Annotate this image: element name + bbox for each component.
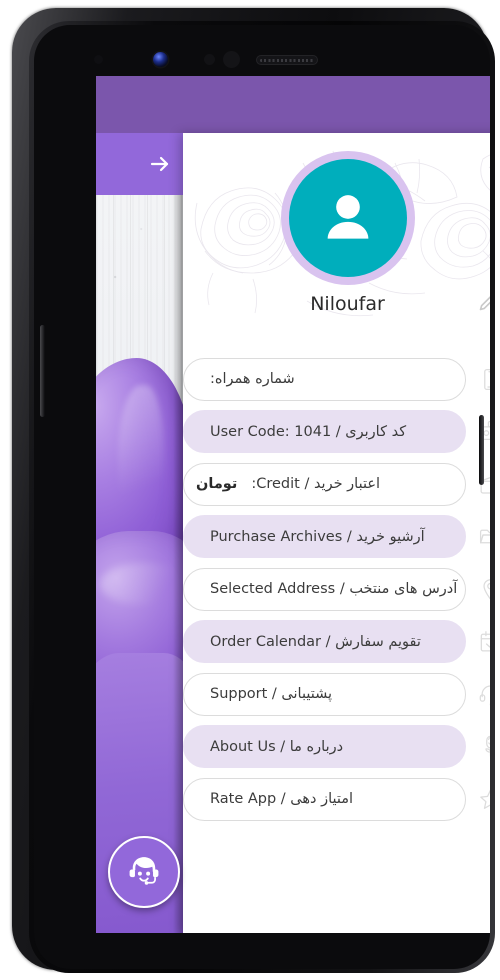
proximity-sensor-icon	[94, 55, 103, 64]
light-sensor-icon	[204, 54, 215, 65]
menu-item-credit[interactable]: اعتبار خرید / Credit: تومان	[183, 458, 490, 511]
menu-item-user-code[interactable]: کد کاربری / User Code: 1041	[183, 406, 490, 459]
front-camera-icon	[153, 52, 168, 67]
phone-device-frame: Niloufar شماره همراه: کد کاربری / User C…	[12, 8, 495, 973]
volume-button[interactable]	[40, 325, 45, 417]
menu-item-label: شماره همراه:	[183, 357, 466, 401]
menu-item-text: کد کاربری / User Code: 1041	[210, 423, 407, 440]
map-pin-icon	[468, 563, 490, 616]
app-status-bar	[96, 76, 490, 133]
menu-item-label: پشتیبانی / Support	[183, 672, 466, 716]
phone-screen: Niloufar شماره همراه: کد کاربری / User C…	[96, 76, 490, 933]
headset-icon	[468, 668, 490, 721]
menu-item-text: پشتیبانی / Support	[210, 686, 333, 703]
menu-item-about-us[interactable]: درباره ما / About Us	[183, 721, 490, 774]
background-wallpaper	[96, 133, 183, 933]
menu-item-order-calendar[interactable]: تقویم سفارش / Order Calendar	[183, 616, 490, 669]
menu-item-mobile-number[interactable]: شماره همراه:	[183, 353, 490, 406]
drawer-header-strip	[96, 133, 183, 195]
star-icon	[468, 773, 490, 826]
drawer-edge-shadow	[173, 133, 183, 933]
power-button[interactable]	[479, 415, 484, 485]
menu-item-text: شماره همراه:	[210, 371, 295, 388]
avatar[interactable]	[280, 151, 415, 285]
rose-flower-icon	[468, 721, 490, 774]
secondary-sensor-icon	[223, 51, 240, 68]
menu-item-value: تومان	[196, 476, 238, 493]
menu-item-label: کد کاربری / User Code: 1041	[183, 410, 466, 454]
menu-item-label: آدرس های منتخب / Selected Address	[183, 567, 466, 611]
menu-item-text: آدرس های منتخب / Selected Address	[210, 581, 458, 598]
calendar-check-icon	[468, 616, 490, 669]
menu-item-label: اعتبار خرید / Credit: تومان	[183, 462, 466, 506]
menu-item-label: امتیاز دهی / Rate App	[183, 777, 466, 821]
folder-icon	[468, 511, 490, 564]
support-chat-fab[interactable]	[108, 836, 180, 908]
menu-item-text: امتیاز دهی / Rate App	[210, 791, 354, 808]
pencil-edit-icon[interactable]	[474, 288, 490, 318]
page-title: Niloufar	[310, 293, 385, 315]
menu-item-label: آرشیو خرید / Purchase Archives	[183, 515, 466, 559]
menu-item-support[interactable]: پشتیبانی / Support	[183, 668, 490, 721]
profile-menu-list: شماره همراه: کد کاربری / User Code: 1041…	[183, 353, 490, 826]
mobile-phone-icon	[468, 353, 490, 406]
menu-item-rate-app[interactable]: امتیاز دهی / Rate App	[183, 773, 490, 826]
menu-item-label: درباره ما / About Us	[183, 725, 466, 769]
menu-item-label: تقویم سفارش / Order Calendar	[183, 620, 466, 664]
profile-drawer-panel: Niloufar شماره همراه: کد کاربری / User C…	[183, 133, 490, 933]
armchair-seat-highlight	[100, 563, 183, 605]
arrow-right-icon[interactable]	[147, 151, 173, 177]
person-avatar-icon	[327, 195, 368, 239]
menu-item-selected-address[interactable]: آدرس های منتخب / Selected Address	[183, 563, 490, 616]
menu-item-purchase-archives[interactable]: آرشیو خرید / Purchase Archives	[183, 511, 490, 564]
menu-item-text: آرشیو خرید / Purchase Archives	[210, 528, 425, 545]
menu-item-text: درباره ما / About Us	[210, 738, 344, 755]
menu-item-text: اعتبار خرید / Credit:	[251, 476, 381, 493]
support-agent-icon	[129, 857, 159, 885]
avatar-circle	[288, 159, 407, 277]
menu-item-text: تقویم سفارش / Order Calendar	[210, 633, 421, 650]
earpiece-grille	[260, 58, 314, 62]
armchair-back-highlight	[118, 385, 164, 535]
profile-header-section: Niloufar	[183, 133, 490, 355]
phone-screen-bezel: Niloufar شماره همراه: کد کاربری / User C…	[34, 25, 490, 969]
